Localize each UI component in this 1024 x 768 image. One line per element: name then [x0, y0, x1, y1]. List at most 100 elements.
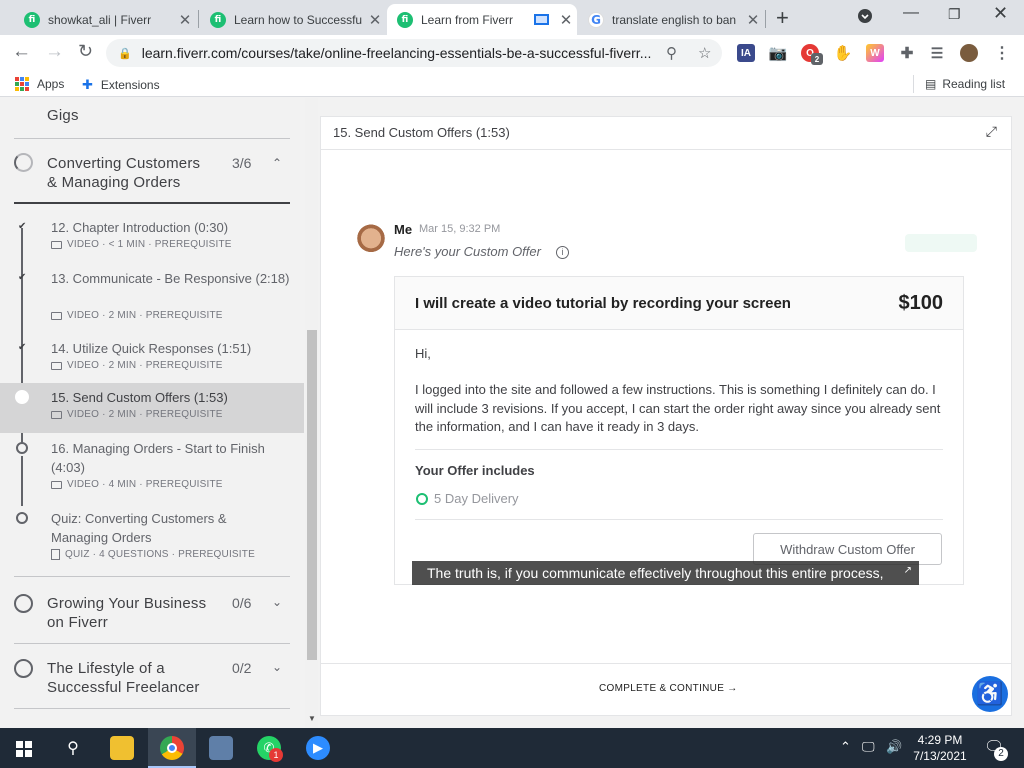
chevron-up-icon[interactable]: ⌃	[840, 739, 851, 755]
lesson-title: Quiz: Converting Customers & Managing Or…	[51, 511, 227, 545]
ia-extension-icon[interactable]: IA	[737, 44, 755, 62]
lesson-item-quiz[interactable]: Quiz: Converting Customers & Managing Or…	[0, 504, 304, 568]
close-window-icon[interactable]: ✕	[993, 3, 1008, 24]
zoom-icon[interactable]: ⚲	[666, 44, 677, 62]
search-icon[interactable]: ⚲	[61, 736, 85, 760]
section-title-line: & Managing Orders	[47, 174, 181, 191]
info-icon[interactable]: i	[556, 246, 569, 259]
course-sidebar: Gigs Converting Customers & Managing Ord…	[0, 98, 304, 728]
profile-avatar[interactable]	[960, 44, 978, 62]
bookmark-star-icon[interactable]: ☆	[698, 44, 711, 62]
volume-icon[interactable]: 🔊	[886, 739, 902, 755]
w-extension-icon[interactable]: W	[866, 44, 884, 62]
section-title-line: The Lifestyle of a	[47, 660, 165, 677]
back-arrow-icon[interactable]: ←	[12, 41, 31, 63]
chrome-icon[interactable]	[160, 736, 184, 760]
lesson-title: 12. Chapter Introduction (0:30)	[51, 220, 229, 235]
chevron-down-icon[interactable]: ⌄	[272, 595, 282, 609]
bookmark-extensions[interactable]: ✚ Extensions	[82, 77, 160, 93]
tab-learn-from-fiverr[interactable]: fi Learn from Fiverr ✕	[387, 4, 577, 35]
chevron-down-icon[interactable]: ⌄	[272, 660, 282, 674]
clock-date: 7/13/2021	[913, 749, 967, 763]
google-favicon-icon: G	[588, 11, 604, 28]
offer-header: I will create a video tutorial by record…	[395, 277, 963, 330]
scroll-down-arrow-icon[interactable]: ▼	[308, 714, 316, 723]
lesson-meta-text: VIDEO · 2 MIN · PREREQUISITE	[67, 360, 223, 371]
prev-section-title-tail[interactable]: Gigs	[47, 106, 79, 125]
lesson-meta-text: VIDEO · < 1 MIN · PREREQUISITE	[67, 239, 232, 250]
tab-title: showkat_ali | Fiverr	[48, 12, 152, 27]
accessibility-icon[interactable]: ♿	[972, 676, 1008, 712]
network-icon[interactable]: 🖵	[862, 739, 875, 755]
caption-text: The truth is, if you communicate effecti…	[427, 565, 884, 581]
lesson-meta: VIDEO · 2 MIN · PREREQUISITE	[51, 360, 223, 371]
lesson-item-14[interactable]: ✔ 14. Utilize Quick Responses (1:51) VID…	[0, 335, 304, 382]
extensions-puzzle-icon[interactable]: ✚	[898, 44, 916, 62]
media-control-icon[interactable]: ☰	[928, 44, 946, 62]
video-icon	[51, 240, 62, 249]
section-title-line: Converting Customers	[47, 155, 201, 172]
offer-title: I will create a video tutorial by record…	[415, 295, 791, 312]
windows-start-icon[interactable]	[16, 741, 32, 757]
clock-time: 4:29 PM	[917, 733, 963, 747]
forward-arrow-icon[interactable]: →	[45, 41, 64, 63]
offer-divider	[415, 519, 943, 520]
lesson-meta: VIDEO · < 1 MIN · PREREQUISITE	[51, 239, 232, 250]
close-tab-icon[interactable]: ✕	[555, 11, 577, 29]
extension-badge: 2	[811, 53, 823, 65]
lock-icon: 🔒	[118, 47, 132, 60]
caption-expand-icon[interactable]: ↗	[904, 559, 912, 583]
lesson-meta: QUIZ · 4 QUESTIONS · PREREQUISITE	[51, 549, 255, 560]
lesson-item-16[interactable]: 16. Managing Orders - Start to Finish (4…	[0, 434, 304, 502]
chevron-up-icon[interactable]: ⌃	[272, 156, 282, 170]
system-clock[interactable]: 4:29 PM 7/13/2021	[909, 732, 971, 764]
bookmark-label: Apps	[37, 77, 65, 91]
reload-icon[interactable]: ↻	[78, 41, 93, 62]
avatar	[356, 224, 386, 258]
section-divider	[14, 138, 290, 139]
section-title-lifestyle[interactable]: The Lifestyle of a Successful Freelancer	[47, 659, 200, 697]
tab-learn-successfully[interactable]: fi Learn how to Successfu ✕	[200, 4, 386, 35]
section-title-line: Successful Freelancer	[47, 679, 200, 696]
address-bar[interactable]: 🔒 learn.fiverr.com/courses/take/online-f…	[106, 39, 722, 67]
camera-extension-icon[interactable]: 📷	[769, 44, 788, 62]
section-title-line: Growing Your Business	[47, 595, 207, 612]
bookmark-apps[interactable]: Apps	[15, 77, 64, 91]
section-progress-icon	[14, 659, 33, 678]
sidebar-scrollbar-thumb[interactable]	[307, 330, 317, 660]
lesson-meta-text: VIDEO · 4 MIN · PREREQUISITE	[67, 479, 223, 490]
zoom-app-icon[interactable]: ▶	[306, 736, 330, 760]
tab-title: Learn how to Successfu	[234, 12, 363, 27]
bookmarks-bar: Apps ✚ Extensions ▤ Reading list	[0, 71, 1024, 97]
lesson-title: 16. Managing Orders - Start to Finish (4…	[51, 441, 265, 475]
message-sender: Me	[394, 222, 413, 237]
lesson-item-13[interactable]: ✔ 13. Communicate - Be Responsive (2:18)…	[0, 265, 304, 334]
video-icon	[51, 361, 62, 370]
media-casting-icon	[534, 14, 549, 25]
lesson-title: 13. Communicate - Be Responsive (2:18)	[51, 271, 290, 286]
message-subtitle: Here's your Custom Offer	[394, 244, 541, 259]
tab-search-icon[interactable]	[857, 8, 873, 29]
lesson-item-15-current[interactable]: 15. Send Custom Offers (1:53) VIDEO · 2 …	[0, 383, 304, 433]
tab-google-translate[interactable]: G translate english to ban ✕	[578, 4, 764, 35]
lesson-item-12[interactable]: ✔ 12. Chapter Introduction (0:30) VIDEO …	[0, 214, 304, 264]
restore-icon[interactable]: ❐	[948, 6, 961, 23]
video-caption: The truth is, if you communicate effecti…	[412, 561, 919, 585]
minimize-icon[interactable]: —	[903, 4, 919, 22]
close-tab-icon[interactable]: ✕	[742, 11, 764, 29]
lesson-meta-text: VIDEO · 2 MIN · PREREQUISITE	[67, 409, 223, 420]
section-title-converting-customers[interactable]: Converting Customers & Managing Orders	[47, 154, 200, 192]
file-explorer-icon[interactable]	[110, 736, 134, 760]
tab-fiverr-profile[interactable]: fi showkat_ali | Fiverr ✕	[14, 4, 196, 35]
close-tab-icon[interactable]: ✕	[174, 11, 196, 29]
network-app-icon[interactable]	[209, 736, 233, 760]
complete-continue-button[interactable]: COMPLETE & CONTINUE →	[599, 683, 738, 694]
expand-icon[interactable]: ⤢	[986, 123, 997, 140]
close-tab-icon[interactable]: ✕	[364, 11, 386, 29]
kebab-menu-icon[interactable]: ⋮	[993, 44, 1011, 62]
fiverr-favicon-icon: fi	[397, 11, 413, 28]
new-tab-plus-icon[interactable]: +	[776, 5, 789, 31]
hand-extension-icon[interactable]: ✋	[834, 44, 853, 62]
reading-list-button[interactable]: ▤ Reading list	[925, 77, 1005, 91]
section-title-growing-business[interactable]: Growing Your Business on Fiverr	[47, 594, 206, 632]
